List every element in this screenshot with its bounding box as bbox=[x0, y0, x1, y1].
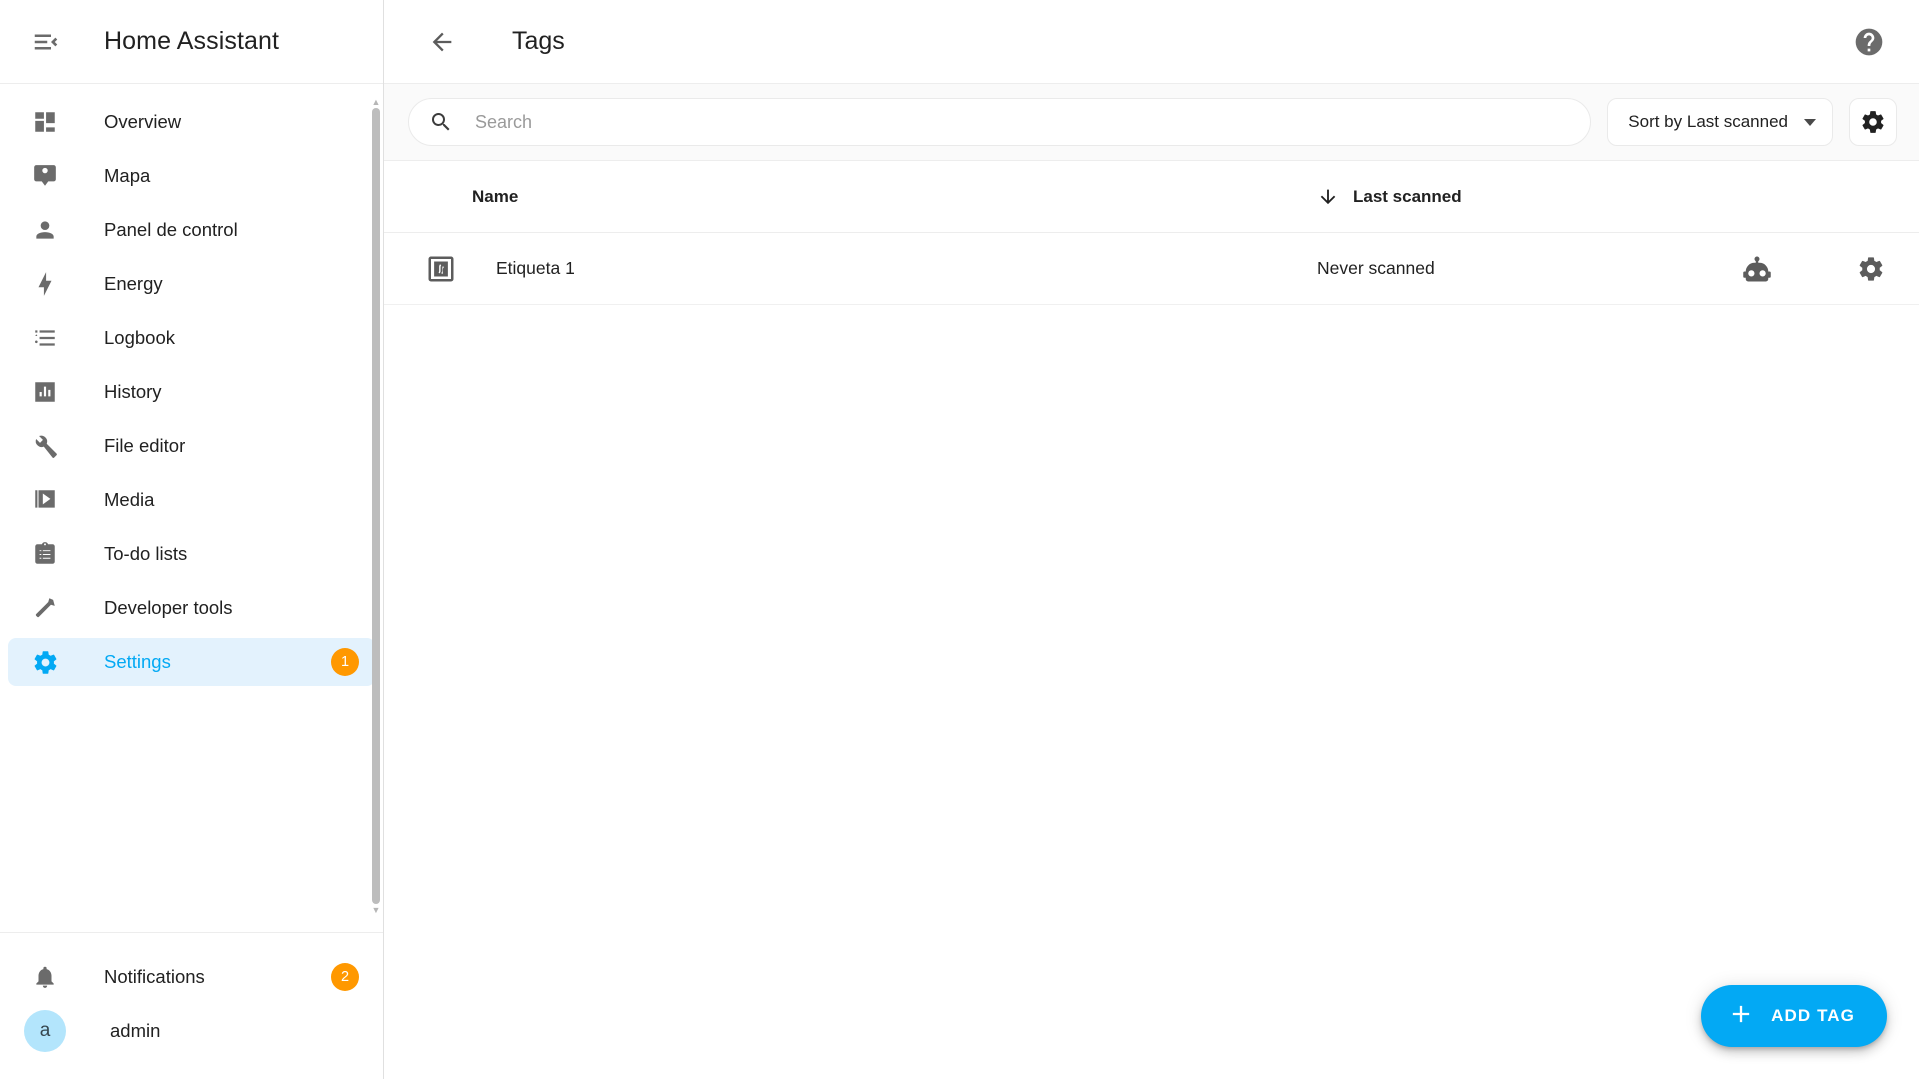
search-field[interactable] bbox=[408, 98, 1592, 146]
search-toolbar: Sort by Last scanned bbox=[384, 84, 1919, 161]
chevron-down-icon bbox=[1804, 118, 1816, 126]
sidebar-item-to-do-lists[interactable]: To-do lists bbox=[8, 530, 375, 578]
notifications-badge: 2 bbox=[331, 963, 359, 991]
sidebar-item-notifications[interactable]: Notifications 2 bbox=[8, 953, 375, 1001]
app-root: Home Assistant Overview Mapa Panel de co… bbox=[0, 0, 1919, 1079]
map-marker-account-icon bbox=[30, 161, 60, 191]
sidebar: Home Assistant Overview Mapa Panel de co… bbox=[0, 0, 384, 1079]
add-tag-label: ADD TAG bbox=[1771, 1006, 1855, 1025]
wrench-icon bbox=[30, 431, 60, 461]
sidebar-item-label: Logbook bbox=[104, 327, 175, 348]
sidebar-bottom: Notifications 2 a admin bbox=[0, 932, 383, 1079]
multimedia-icon bbox=[30, 485, 60, 515]
sidebar-item-mapa[interactable]: Mapa bbox=[8, 152, 375, 200]
column-header-name[interactable]: Name bbox=[384, 187, 1317, 207]
tags-table: Name Last scanned Etiqueta 1 Never scann… bbox=[384, 161, 1919, 1079]
sidebar-item-label: admin bbox=[110, 1020, 161, 1041]
sort-dropdown-label: Sort by Last scanned bbox=[1628, 112, 1788, 131]
sidebar-item-label: To-do lists bbox=[104, 543, 188, 564]
menu-collapse-icon[interactable] bbox=[18, 14, 74, 70]
scrollbar-thumb[interactable] bbox=[372, 108, 380, 904]
bell-icon bbox=[30, 962, 60, 992]
tag-settings-gear-icon[interactable] bbox=[1851, 249, 1891, 289]
search-input[interactable] bbox=[475, 111, 1571, 133]
sidebar-nav-list: Overview Mapa Panel de control Energy Lo… bbox=[0, 98, 383, 686]
sidebar-item-label: Media bbox=[104, 489, 155, 510]
sort-dropdown[interactable]: Sort by Last scanned bbox=[1607, 98, 1833, 146]
scroll-down-arrow-icon[interactable]: ▼ bbox=[372, 906, 381, 915]
main-content: Tags Sort by Last scanned bbox=[384, 0, 1919, 1079]
table-header-row: Name Last scanned bbox=[384, 161, 1919, 233]
app-title: Home Assistant bbox=[104, 27, 280, 55]
sidebar-item-media[interactable]: Media bbox=[8, 476, 375, 524]
chart-box-icon bbox=[30, 377, 60, 407]
sidebar-item-developer-tools[interactable]: Developer tools bbox=[8, 584, 375, 632]
arrow-down-icon bbox=[1317, 186, 1339, 208]
sidebar-item-label: Notifications bbox=[104, 966, 205, 987]
table-settings-button[interactable] bbox=[1849, 98, 1897, 146]
gear-icon bbox=[1862, 111, 1884, 133]
scroll-up-arrow-icon[interactable]: ▲ bbox=[372, 98, 381, 107]
cell-last-scanned: Never scanned bbox=[1317, 258, 1435, 278]
cog-icon bbox=[30, 647, 60, 677]
column-header-last-scanned[interactable]: Last scanned bbox=[1317, 186, 1737, 208]
arrow-left-icon[interactable] bbox=[414, 14, 470, 70]
table-row[interactable]: Etiqueta 1 Never scanned bbox=[384, 233, 1919, 305]
sidebar-scrollbar[interactable]: ▲ ▼ bbox=[371, 98, 381, 915]
sidebar-item-label: Mapa bbox=[104, 165, 151, 186]
clipboard-list-icon bbox=[30, 539, 60, 569]
sidebar-item-label: Panel de control bbox=[104, 219, 238, 240]
lightning-bolt-icon bbox=[30, 269, 60, 299]
search-icon bbox=[429, 110, 453, 134]
sidebar-item-energy[interactable]: Energy bbox=[8, 260, 375, 308]
format-list-bulleted-icon bbox=[30, 323, 60, 353]
sidebar-item-label: Settings bbox=[104, 651, 171, 672]
sidebar-item-logbook[interactable]: Logbook bbox=[8, 314, 375, 362]
add-tag-button[interactable]: ADD TAG bbox=[1701, 985, 1887, 1047]
sidebar-item-history[interactable]: History bbox=[8, 368, 375, 416]
account-icon bbox=[30, 215, 60, 245]
sidebar-item-file-editor[interactable]: File editor bbox=[8, 422, 375, 470]
hammer-icon bbox=[30, 593, 60, 623]
plus-icon bbox=[1727, 1000, 1755, 1033]
sidebar-item-label: Developer tools bbox=[104, 597, 233, 618]
avatar: a bbox=[24, 1010, 66, 1052]
sidebar-header: Home Assistant bbox=[0, 0, 383, 84]
robot-icon[interactable] bbox=[1737, 249, 1777, 289]
tag-name: Etiqueta 1 bbox=[496, 258, 575, 278]
sidebar-item-overview[interactable]: Overview bbox=[8, 98, 375, 146]
page-title: Tags bbox=[512, 27, 565, 55]
sidebar-item-label: Overview bbox=[104, 111, 182, 132]
sidebar-item-settings[interactable]: Settings 1 bbox=[8, 638, 375, 686]
sidebar-item-panel-de-control[interactable]: Panel de control bbox=[8, 206, 375, 254]
sidebar-item-label: Energy bbox=[104, 273, 163, 294]
cell-actions bbox=[1737, 249, 1897, 289]
column-header-label: Last scanned bbox=[1353, 186, 1462, 206]
sidebar-item-label: History bbox=[104, 381, 162, 402]
view-dashboard-icon bbox=[30, 107, 60, 137]
page-header: Tags bbox=[384, 0, 1919, 84]
cell-name: Etiqueta 1 bbox=[384, 252, 1317, 286]
sidebar-item-label: File editor bbox=[104, 435, 186, 456]
sidebar-item-badge: 1 bbox=[331, 648, 359, 676]
sidebar-item-user[interactable]: a admin bbox=[8, 1007, 375, 1055]
help-circle-icon[interactable] bbox=[1841, 14, 1897, 70]
nfc-tag-icon bbox=[424, 252, 458, 286]
sidebar-scroll-area: Overview Mapa Panel de control Energy Lo… bbox=[0, 84, 383, 932]
